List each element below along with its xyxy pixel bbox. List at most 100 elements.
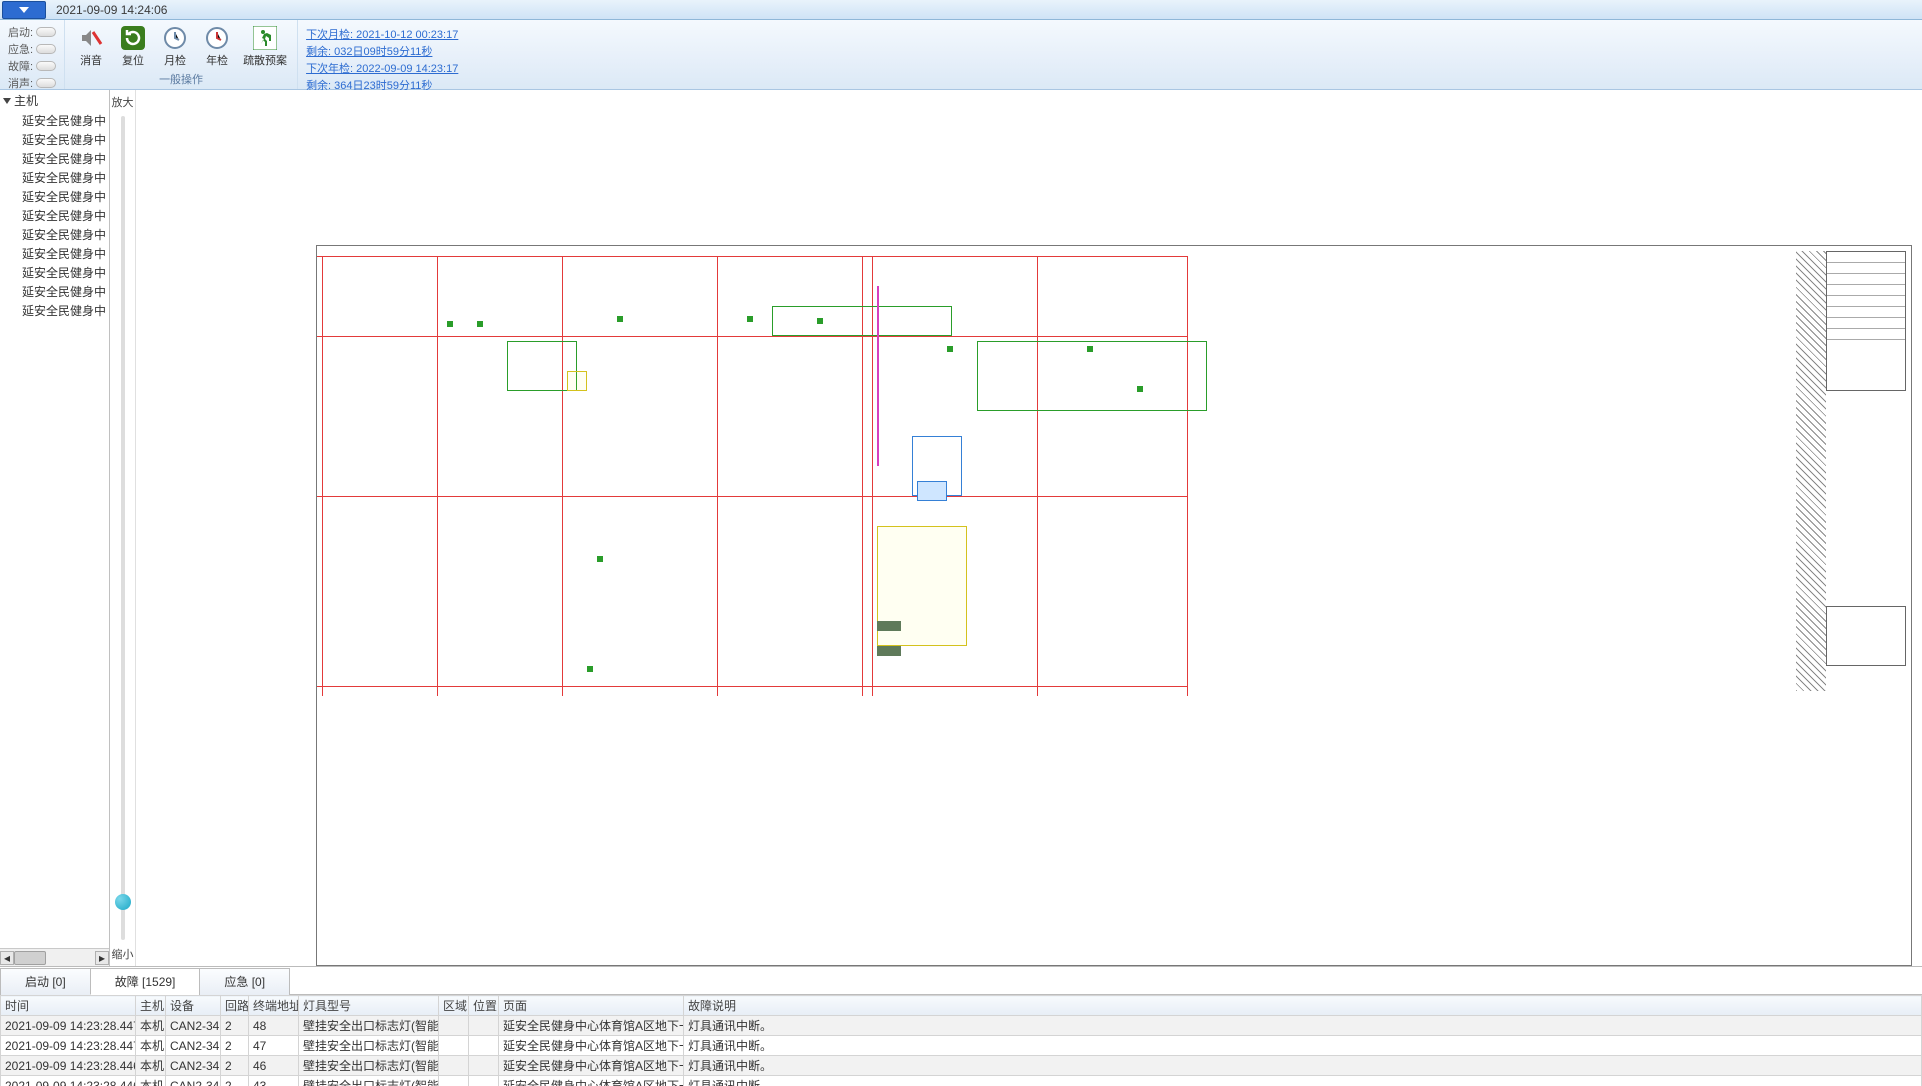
cell-time: 2021-09-09 14:23:28.446: [1, 1076, 136, 1086]
status-fault-led: [36, 61, 56, 71]
status-silence-led: [36, 78, 56, 88]
fault-table[interactable]: 时间 主机 设备 回路 终端地址 灯具型号 区域 位置 页面 故障说明 2021…: [0, 995, 1922, 1086]
col-page[interactable]: 页面: [499, 996, 684, 1016]
cell-time: 2021-09-09 14:23:28.447: [1, 1036, 136, 1056]
cell-loop: 2: [221, 1076, 249, 1086]
sidebar-hscrollbar[interactable]: ◂ ▸: [0, 948, 109, 966]
cell-model: 壁挂安全出口标志灯(智能型): [299, 1076, 439, 1086]
speaker-mute-icon: [79, 26, 103, 50]
col-model[interactable]: 灯具型号: [299, 996, 439, 1016]
tree-item[interactable]: 延安全民健身中: [22, 301, 109, 320]
month-remain[interactable]: 剩余: 032日09时59分11秒: [306, 43, 458, 59]
zoom-in-label: 放大: [112, 94, 134, 110]
col-device[interactable]: 设备: [166, 996, 221, 1016]
cell-page: 延安全民健身中心体育馆A区地下一层: [499, 1076, 684, 1086]
clock-icon: [163, 26, 187, 50]
cell-addr: 47: [249, 1036, 299, 1056]
tree-item[interactable]: 延安全民健身中: [22, 168, 109, 187]
col-loop[interactable]: 回路: [221, 996, 249, 1016]
tree-item[interactable]: 延安全民健身中: [22, 282, 109, 301]
tree-item[interactable]: 延安全民健身中: [22, 263, 109, 282]
year-check-button[interactable]: 年检: [199, 26, 235, 68]
cell-model: 壁挂安全出口标志灯(智能型): [299, 1016, 439, 1036]
col-area[interactable]: 区域: [439, 996, 469, 1016]
table-header-row: 时间 主机 设备 回路 终端地址 灯具型号 区域 位置 页面 故障说明: [1, 996, 1922, 1016]
bottom-panel: 启动 [0] 故障 [1529] 应急 [0] 时间 主机 设备 回路 终端地址…: [0, 966, 1922, 1086]
col-pos[interactable]: 位置: [469, 996, 499, 1016]
cell-area: [439, 1076, 469, 1086]
reset-label: 复位: [122, 52, 144, 68]
cell-host: 本机: [136, 1056, 166, 1076]
mute-button[interactable]: 消音: [73, 26, 109, 68]
zoom-track[interactable]: [121, 116, 125, 940]
exit-run-icon: [253, 26, 277, 50]
cell-device: CAN2-34: [166, 1036, 221, 1056]
zoom-thumb[interactable]: [115, 894, 131, 910]
month-check-label: 月检: [164, 52, 186, 68]
cell-addr: 48: [249, 1016, 299, 1036]
tree-item[interactable]: 延安全民健身中: [22, 244, 109, 263]
cell-device: CAN2-34: [166, 1076, 221, 1086]
scroll-right-icon[interactable]: ▸: [95, 951, 109, 965]
ribbon: 启动: 应急: 故障: 消声: 状态提示 消音 复位 月检 年: [0, 20, 1922, 90]
tree-item[interactable]: 延安全民健身中: [22, 225, 109, 244]
ribbon-group-general: 消音 复位 月检 年检 疏散预案 一般操作: [65, 20, 298, 89]
refresh-icon: [121, 26, 145, 50]
floorplan-canvas[interactable]: [136, 90, 1922, 966]
next-year-check[interactable]: 下次年检: 2022-09-09 14:23:17: [306, 60, 458, 76]
cell-desc: 灯具通讯中断。: [684, 1076, 1922, 1086]
cell-loop: 2: [221, 1056, 249, 1076]
cell-host: 本机: [136, 1036, 166, 1056]
calendar-clock-icon: [205, 26, 229, 50]
cell-model: 壁挂安全出口标志灯(智能型): [299, 1036, 439, 1056]
col-addr[interactable]: 终端地址: [249, 996, 299, 1016]
title-block: [1826, 606, 1906, 666]
chevron-down-icon: [19, 7, 29, 13]
ribbon-group-detect: 下次月检: 2021-10-12 00:23:17 剩余: 032日09时59分…: [298, 20, 466, 89]
cell-device: CAN2-34: [166, 1056, 221, 1076]
cell-loop: 2: [221, 1036, 249, 1056]
table-row[interactable]: 2021-09-09 14:23:28.446本机CAN2-34243壁挂安全出…: [1, 1076, 1922, 1086]
table-row[interactable]: 2021-09-09 14:23:28.447本机CAN2-34248壁挂安全出…: [1, 1016, 1922, 1036]
evac-plan-button[interactable]: 疏散预案: [241, 26, 289, 68]
scroll-left-icon[interactable]: ◂: [0, 951, 14, 965]
legend-block: [1826, 251, 1906, 391]
cell-host: 本机: [136, 1016, 166, 1036]
cell-loop: 2: [221, 1016, 249, 1036]
hatch-area: [1796, 251, 1826, 691]
table-row[interactable]: 2021-09-09 14:23:28.446本机CAN2-34246壁挂安全出…: [1, 1056, 1922, 1076]
ribbon-group-general-label: 一般操作: [159, 71, 203, 89]
next-month-check[interactable]: 下次月检: 2021-10-12 00:23:17: [306, 26, 458, 42]
cell-desc: 灯具通讯中断。: [684, 1056, 1922, 1076]
tab-emerg[interactable]: 应急 [0]: [199, 968, 290, 995]
tree-item[interactable]: 延安全民健身中: [22, 130, 109, 149]
tree-root-label: 主机: [14, 92, 38, 109]
tab-start[interactable]: 启动 [0]: [0, 968, 91, 995]
tree-item[interactable]: 延安全民健身中: [22, 187, 109, 206]
status-indicators: 启动: 应急: 故障: 消声:: [8, 22, 56, 91]
month-check-button[interactable]: 月检: [157, 26, 193, 68]
cell-time: 2021-09-09 14:23:28.446: [1, 1056, 136, 1076]
main-area: 主机 延安全民健身中延安全民健身中延安全民健身中延安全民健身中延安全民健身中延安…: [0, 90, 1922, 966]
col-time[interactable]: 时间: [1, 996, 136, 1016]
cell-host: 本机: [136, 1076, 166, 1086]
cell-pos: [469, 1076, 499, 1086]
table-row[interactable]: 2021-09-09 14:23:28.447本机CAN2-34247壁挂安全出…: [1, 1036, 1922, 1056]
tree-item[interactable]: 延安全民健身中: [22, 206, 109, 225]
tree-item[interactable]: 延安全民健身中: [22, 149, 109, 168]
app-menu-button[interactable]: [2, 1, 46, 19]
tree-collapse-icon[interactable]: [2, 96, 12, 106]
col-host[interactable]: 主机: [136, 996, 166, 1016]
col-desc[interactable]: 故障说明: [684, 996, 1922, 1016]
status-emerg-label: 应急:: [8, 41, 33, 57]
reset-button[interactable]: 复位: [115, 26, 151, 68]
tab-fault[interactable]: 故障 [1529]: [90, 968, 201, 995]
exit-sign: [877, 646, 901, 656]
tree-item[interactable]: 延安全民健身中: [22, 111, 109, 130]
status-emerg-led: [36, 44, 56, 54]
cell-pos: [469, 1056, 499, 1076]
scroll-thumb[interactable]: [14, 951, 46, 965]
tree-root[interactable]: 主机: [0, 90, 109, 111]
host-tree[interactable]: 主机 延安全民健身中延安全民健身中延安全民健身中延安全民健身中延安全民健身中延安…: [0, 90, 109, 948]
mute-label: 消音: [80, 52, 102, 68]
